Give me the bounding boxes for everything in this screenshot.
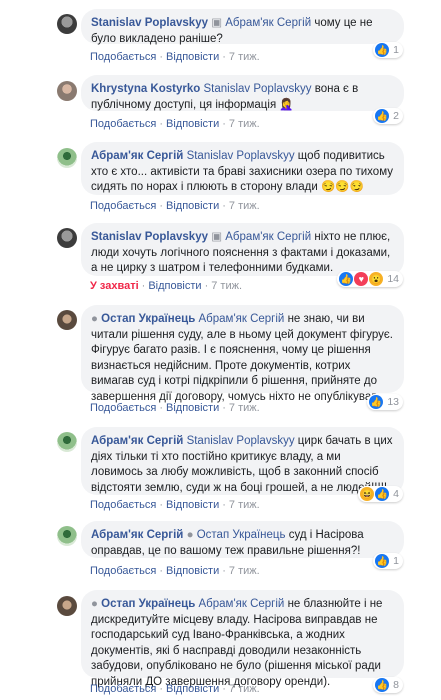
comment-mention[interactable]: Абрам'як Сергій (225, 231, 311, 243)
like-link[interactable]: Подобається (90, 565, 156, 577)
haha-reaction-icon: 😆 (360, 487, 375, 501)
comment-actions: Подобається · Відповісти · 7 тиж. (90, 51, 260, 63)
reply-link[interactable]: Відповісти (166, 51, 219, 63)
reply-link[interactable]: Відповісти (166, 499, 219, 511)
avatar[interactable] (57, 81, 77, 101)
comment-bubble: Абрам'як Сергій ● Остап Українець суд і … (81, 521, 404, 558)
comment-time[interactable]: 7 тиж. (229, 118, 260, 130)
reaction-count: 4 (393, 488, 399, 500)
comment-author[interactable]: Остап Українець (101, 598, 195, 610)
reply-link[interactable]: Відповісти (166, 118, 219, 130)
reply-link[interactable]: Відповісти (166, 200, 219, 212)
reaction-count: 2 (393, 110, 399, 122)
avatar[interactable] (57, 228, 77, 248)
avatar[interactable] (57, 526, 77, 546)
avatar[interactable] (57, 596, 77, 616)
comment-bubble: Абрам'як Сергій Stanislav Poplavskyy щоб… (81, 142, 404, 195)
comment-author[interactable]: Stanislav Poplavskyy (91, 231, 208, 243)
comment-actions: Подобається · Відповісти · 7 тиж. (90, 200, 260, 212)
reaction-summary[interactable]: 😆 👍 4 (358, 486, 403, 502)
verified-icon: ● (186, 529, 194, 541)
comment-time[interactable]: 7 тиж. (229, 402, 260, 414)
wow-reaction-icon: 😮 (369, 272, 384, 286)
comment-actions: У захваті · Відповісти · 7 тиж. (90, 280, 243, 292)
comment-author[interactable]: Абрам'як Сергій (91, 529, 183, 541)
reaction-count: 8 (393, 679, 399, 691)
like-link[interactable]: Подобається (90, 200, 156, 212)
reaction-count: 13 (387, 396, 399, 408)
comment-mention[interactable]: Абрам'як Сергій (225, 17, 311, 29)
loved-link[interactable]: У захваті (90, 280, 139, 292)
comment-author[interactable]: Khrystyna Kostyrko (91, 83, 200, 95)
verified-icon: ● (91, 313, 98, 325)
comment-author[interactable]: Абрам'як Сергій (91, 435, 183, 447)
comment-mention[interactable]: Stanislav Poplavskyy (204, 83, 312, 95)
profile-badge-icon: ▣ (211, 231, 223, 243)
reply-link[interactable]: Відповісти (166, 402, 219, 414)
comment-author[interactable]: Остап Українець (101, 313, 195, 325)
reaction-summary[interactable]: 👍 1 (373, 42, 403, 58)
comment-bubble: Stanislav Poplavskyy ▣ Абрам'як Сергій ч… (81, 9, 404, 45)
love-reaction-icon: ♥ (354, 272, 369, 286)
comment-author[interactable]: Абрам'як Сергій (91, 150, 183, 162)
like-link[interactable]: Подобається (90, 118, 156, 130)
comment-mention[interactable]: Абрам'як Сергій (198, 313, 284, 325)
like-reaction-icon: 👍 (339, 272, 354, 286)
reaction-summary[interactable]: 👍 13 (367, 394, 403, 410)
avatar[interactable] (57, 310, 77, 330)
comment-actions: Подобається · Відповісти · 7 тиж. (90, 402, 260, 414)
comment-actions: Подобається · Відповісти · 7 тиж. (90, 565, 260, 577)
reply-link[interactable]: Відповісти (148, 280, 201, 292)
comment-author[interactable]: Stanislav Poplavskyy (91, 17, 208, 29)
like-link[interactable]: Подобається (90, 499, 156, 511)
avatar[interactable] (57, 148, 77, 168)
reply-link[interactable]: Відповісти (166, 683, 219, 695)
comment-actions: Подобається · Відповісти · 7 тиж. (90, 683, 260, 695)
reaction-summary[interactable]: 👍 8 (373, 677, 403, 693)
profile-badge-icon: ▣ (211, 17, 223, 29)
comment-mention[interactable]: Stanislav Poplavskyy (187, 150, 295, 162)
reaction-count: 1 (393, 555, 399, 567)
comment-mention[interactable]: Остап Українець (197, 529, 286, 541)
comment-bubble: Абрам'як Сергій Stanislav Poplavskyy цир… (81, 427, 404, 495)
reaction-summary[interactable]: 👍 1 (373, 553, 403, 569)
like-link[interactable]: Подобається (90, 683, 156, 695)
like-reaction-icon: 👍 (375, 43, 390, 57)
reply-link[interactable]: Відповісти (166, 565, 219, 577)
comment-bubble: Khrystyna Kostyrko Stanislav Poplavskyy … (81, 75, 404, 111)
reaction-count: 1 (393, 44, 399, 56)
comment-text: не блазнюйте і не дискредитуйте місцеву … (91, 598, 383, 688)
comment-bubble: Stanislav Poplavskyy ▣ Абрам'як Сергій н… (81, 223, 404, 276)
comment-time[interactable]: 7 тиж. (211, 280, 242, 292)
comment-mention[interactable]: Stanislav Poplavskyy (187, 435, 295, 447)
comment-actions: Подобається · Відповісти · 7 тиж. (90, 499, 260, 511)
reaction-summary[interactable]: 👍 2 (373, 108, 403, 124)
comment-mention[interactable]: Абрам'як Сергій (198, 598, 284, 610)
reaction-count: 14 (387, 273, 399, 285)
comment-time[interactable]: 7 тиж. (229, 499, 260, 511)
comment-time[interactable]: 7 тиж. (229, 683, 260, 695)
reaction-summary[interactable]: 👍 ♥ 😮 14 (337, 271, 403, 287)
avatar[interactable] (57, 14, 77, 34)
like-link[interactable]: Подобається (90, 51, 156, 63)
like-reaction-icon: 👍 (375, 554, 390, 568)
comment-actions: Подобається · Відповісти · 7 тиж. (90, 118, 260, 130)
like-reaction-icon: 👍 (375, 109, 390, 123)
comment-time[interactable]: 7 тиж. (229, 51, 260, 63)
like-reaction-icon: 👍 (375, 487, 390, 501)
like-link[interactable]: Подобається (90, 402, 156, 414)
comment-bubble: ● Остап Українець Абрам'як Сергій не бла… (81, 590, 404, 688)
comment-time[interactable]: 7 тиж. (229, 565, 260, 577)
like-reaction-icon: 👍 (369, 395, 384, 409)
like-reaction-icon: 👍 (375, 678, 390, 692)
verified-icon: ● (91, 598, 98, 610)
comment-time[interactable]: 7 тиж. (229, 200, 260, 212)
comment-bubble: ● Остап Українець Абрам'як Сергій не зна… (81, 305, 404, 403)
comment-text: не знаю, чи ви читали рішення суду, але … (91, 313, 393, 403)
avatar[interactable] (57, 432, 77, 452)
